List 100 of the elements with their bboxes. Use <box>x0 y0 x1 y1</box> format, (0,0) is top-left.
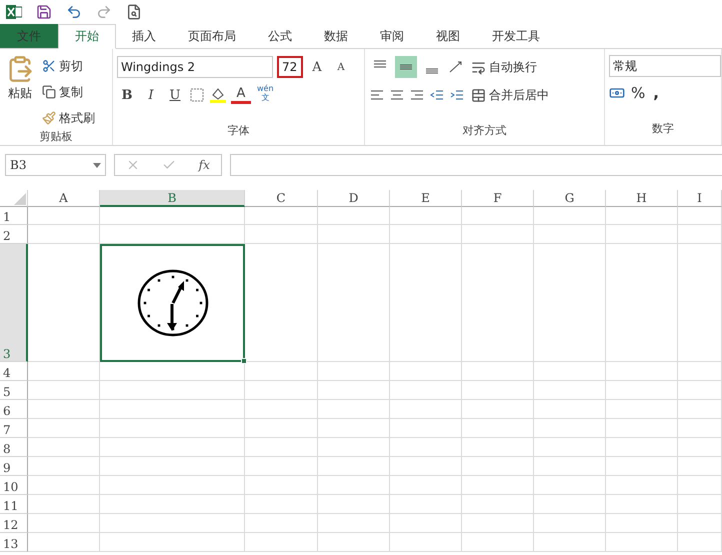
grid-cell[interactable] <box>534 438 606 457</box>
grid-cell[interactable] <box>678 457 722 476</box>
grid-cell[interactable] <box>390 419 462 438</box>
column-header[interactable]: H <box>606 190 678 207</box>
grid-cell[interactable] <box>245 457 318 476</box>
grid-cell[interactable] <box>606 457 678 476</box>
grid-cell[interactable] <box>100 225 245 244</box>
row-header[interactable]: 5 <box>0 381 28 400</box>
grid-cell[interactable] <box>606 419 678 438</box>
column-header[interactable]: B <box>100 190 245 207</box>
grid-cell[interactable] <box>318 495 390 514</box>
corner-triangle-icon[interactable] <box>14 193 26 205</box>
grid-cell[interactable] <box>100 362 245 381</box>
column-header[interactable]: F <box>462 190 534 207</box>
dropdown-arrow-icon[interactable] <box>93 162 101 168</box>
grid-cell[interactable] <box>28 476 100 495</box>
grid-cell[interactable] <box>678 495 722 514</box>
grid-cell[interactable] <box>462 400 534 419</box>
grid-cell[interactable] <box>28 419 100 438</box>
grid-cell[interactable] <box>28 533 100 552</box>
grid-cell[interactable] <box>100 381 245 400</box>
cut-button[interactable]: 剪切 <box>40 55 97 77</box>
grid-cell[interactable] <box>245 476 318 495</box>
grid-cell[interactable] <box>390 514 462 533</box>
grid-cell[interactable] <box>318 476 390 495</box>
grid-cell[interactable] <box>462 533 534 552</box>
grid-cell[interactable] <box>462 419 534 438</box>
insert-function-button[interactable]: fx <box>198 158 210 172</box>
format-painter-button[interactable]: 格式刷 <box>40 107 97 129</box>
grid-cell[interactable] <box>606 533 678 552</box>
grid-cell[interactable] <box>100 438 245 457</box>
column-header[interactable]: C <box>245 190 318 207</box>
grid-cell[interactable] <box>462 225 534 244</box>
redo-icon[interactable] <box>96 4 112 20</box>
grid-cell[interactable] <box>245 244 318 362</box>
grid-cell[interactable] <box>318 457 390 476</box>
grid-cell[interactable] <box>462 476 534 495</box>
grid-cell[interactable] <box>534 476 606 495</box>
row-header[interactable]: 8 <box>0 438 28 457</box>
grid-cell[interactable] <box>534 400 606 419</box>
grid-cell[interactable] <box>462 381 534 400</box>
grid-cell[interactable] <box>462 362 534 381</box>
grid-cell[interactable] <box>28 207 100 225</box>
vertical-align-button[interactable] <box>395 56 417 78</box>
phonetic-button[interactable]: wén 文 <box>255 84 276 106</box>
grid-cell[interactable] <box>390 225 462 244</box>
grid-cell[interactable] <box>318 207 390 225</box>
grid-cell[interactable] <box>100 419 245 438</box>
grid-cell[interactable] <box>318 514 390 533</box>
grid-cell[interactable] <box>390 381 462 400</box>
grid-cell[interactable] <box>245 207 318 225</box>
row-header[interactable]: 3 <box>0 244 28 362</box>
grid-cell[interactable] <box>606 476 678 495</box>
save-icon[interactable] <box>36 4 52 20</box>
row-header[interactable]: 7 <box>0 419 28 438</box>
grid-cell[interactable] <box>462 207 534 225</box>
grid-cell[interactable] <box>28 495 100 514</box>
fill-color-icon[interactable] <box>209 86 227 104</box>
grid-cell[interactable] <box>390 207 462 225</box>
grid-cell[interactable] <box>534 533 606 552</box>
number-format-field[interactable]: 常规 <box>609 55 721 77</box>
border-icon[interactable] <box>189 87 205 103</box>
paste-button[interactable]: 粘贴 <box>4 55 36 115</box>
grid-cell[interactable] <box>606 381 678 400</box>
grid-cell[interactable] <box>100 457 245 476</box>
grid-cell[interactable] <box>534 381 606 400</box>
font-name-field[interactable]: Wingdings 2 <box>117 56 273 78</box>
grid-cell[interactable] <box>28 457 100 476</box>
grid-cell[interactable] <box>245 533 318 552</box>
percent-button[interactable]: % <box>629 82 648 104</box>
grid-cell[interactable] <box>390 400 462 419</box>
grid-cell[interactable] <box>534 225 606 244</box>
copy-button[interactable]: 复制 <box>40 81 97 103</box>
undo-icon[interactable] <box>66 4 82 20</box>
formula-input[interactable] <box>230 154 722 176</box>
grid-cell[interactable] <box>462 244 534 362</box>
grid-cell[interactable] <box>390 495 462 514</box>
ribbon-tab[interactable]: 数据 <box>308 24 364 48</box>
grid-cell[interactable] <box>678 533 722 552</box>
grid-cell[interactable] <box>606 514 678 533</box>
grid-cell[interactable] <box>28 438 100 457</box>
grid-cell[interactable] <box>28 225 100 244</box>
select-all-corner[interactable] <box>0 190 28 207</box>
grid-cell[interactable] <box>318 438 390 457</box>
grid-cell[interactable] <box>606 495 678 514</box>
grid-cell[interactable] <box>678 244 722 362</box>
grid-cell[interactable] <box>100 476 245 495</box>
grow-font-button[interactable]: A <box>307 56 327 78</box>
grid-cell[interactable] <box>28 362 100 381</box>
grid-cell[interactable] <box>534 207 606 225</box>
grid-cell[interactable] <box>390 438 462 457</box>
name-box[interactable]: B3 <box>5 154 106 176</box>
grid-cell[interactable] <box>534 362 606 381</box>
column-header[interactable]: A <box>28 190 100 207</box>
grid-cell[interactable] <box>390 533 462 552</box>
grid-cell[interactable] <box>100 514 245 533</box>
print-preview-icon[interactable] <box>126 4 142 20</box>
grid-cell[interactable] <box>678 419 722 438</box>
grid-cell[interactable] <box>28 514 100 533</box>
grid-cell[interactable] <box>534 514 606 533</box>
